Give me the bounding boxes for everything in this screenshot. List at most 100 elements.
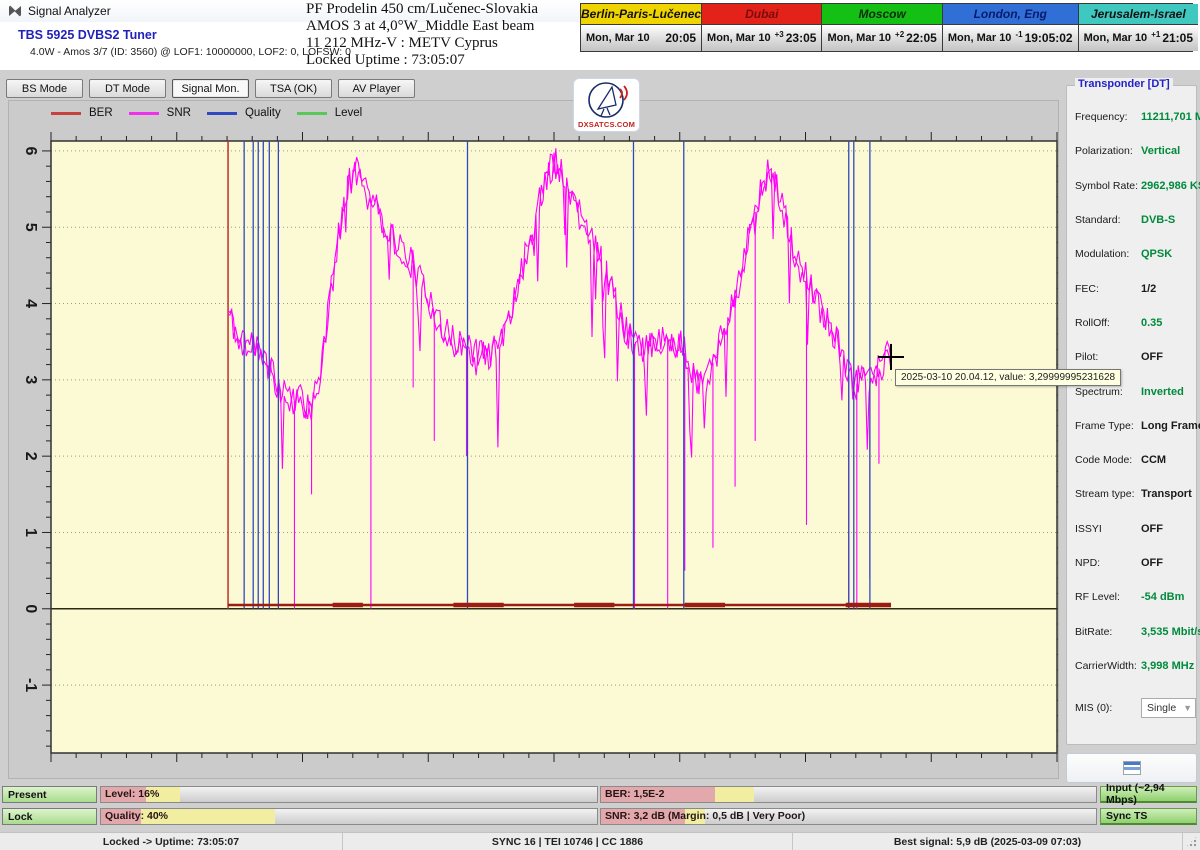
svg-text:2: 2 [22,452,39,461]
top-band: Signal Analyzer TBS 5925 DVBS2 Tuner 4.0… [0,0,1200,70]
transponder-row: Standard: DVB-S [1075,214,1176,227]
lock-indicator: Lock [2,808,97,825]
ber-progressbar: BER: 1,5E-2 [600,786,1097,803]
dxsatcs-logo: DXSATCS.COM [573,78,640,132]
chevron-down-icon: ▼ [1183,703,1192,714]
transponder-row: RF Level: -54 dBm [1075,591,1185,604]
chart-tooltip: 2025-03-10 20.04.12, value: 3,2999999523… [895,369,1122,386]
transport-list-button[interactable] [1066,753,1197,783]
transponder-row: FEC: 1/2 [1075,282,1157,295]
clock-utc-offset: +1 [1151,30,1161,39]
svg-text:5: 5 [22,223,39,232]
signal-analyzer-window: Signal Analyzer TBS 5925 DVBS2 Tuner 4.0… [0,0,1200,850]
mis-select[interactable]: Single ▼ [1141,698,1196,719]
signal-chart-panel[interactable]: BER SNR Quality Level 6 5 4 3 2 1 0 -1 [8,100,1059,779]
tuner-name: TBS 5925 DVBS2 Tuner [18,28,157,42]
svg-text:6: 6 [22,146,39,155]
note-line-4: Locked Uptime : 73:05:07 [306,52,465,68]
status-best-signal: Best signal: 5,9 dB (2025-03-09 07:03) [793,833,1183,850]
transponder-row: NPD: OFF [1075,557,1163,569]
signal-chart[interactable]: 6 5 4 3 2 1 0 -1 [9,101,1058,778]
satellite-dish-icon [588,82,628,118]
logo-text: DXSATCS.COM [577,120,636,129]
svg-text:1: 1 [22,528,39,537]
clock-time: 21:05 [1162,31,1194,45]
clock-berlin: Berlin-Paris-Lučenec Mon, Mar 10 20:05 [581,4,703,51]
input-bitrate-indicator: Input (~2,94 Mbps) [1100,782,1197,806]
clock-jerusalem: Jerusalem-Israel Mon, Mar 10 +1 21:05 [1078,4,1199,51]
legend-swatch-quality [206,111,237,115]
chart-legend: BER SNR Quality Level [51,107,362,119]
mis-row: MIS (0): Single ▼ [1067,693,1196,723]
clock-time: 22:05 [906,31,937,45]
legend-item-snr: SNR [128,107,191,119]
tab-signal-mon[interactable]: Signal Mon. [172,79,249,98]
clock-time: 19:05:02 [1024,31,1073,45]
clock-london: London, Eng Mon, Mar 10 -1 19:05:02 [942,4,1079,51]
transponder-row: BitRate: 3,535 Mbit/s [1075,625,1200,638]
legend-item-ber: BER [51,107,113,119]
clock-date: Mon, Mar 10 [827,32,892,44]
clock-city: Berlin-Paris-Lučenec [581,4,702,25]
clock-moscow: Moscow Mon, Mar 10 +2 22:05 [822,4,943,51]
mis-label: MIS (0): [1075,702,1113,715]
annotation-note: PF Prodelin 450 cm/Lučenec-Slovakia AMOS… [306,1,538,69]
status-sync-tei-cc: SYNC 16 | TEI 10746 | CC 1886 [343,833,793,850]
list-window-icon [1122,761,1141,775]
transponder-row: Symbol Rate:2962,986 KS/s [1075,179,1200,192]
clock-city: London, Eng [942,4,1078,25]
legend-swatch-ber [51,111,81,115]
clock-utc-offset: +3 [774,30,784,39]
transponder-row: RollOff: 0.35 [1075,316,1163,329]
legend-item-level: Level [296,107,362,119]
snr-progressbar: SNR: 3,2 dB (Margin: 0,5 dB | Very Poor) [600,808,1097,825]
transponder-row: Frame Type: Long Frame [1075,419,1200,432]
clock-dubai: Dubai Mon, Mar 10 +3 23:05 [702,4,823,51]
legend-swatch-level [296,111,327,115]
clock-time: 23:05 [785,31,817,45]
transponder-row: Frequency:11211,701 MHz [1075,111,1200,124]
clock-time: 20:05 [665,31,697,45]
transponder-row: CarrierWidth: 3,998 MHz [1075,659,1195,672]
clock-city: Jerusalem-Israel [1078,4,1199,25]
clock-date: Mon, Mar 10 [707,32,771,44]
clock-date: Mon, Mar 10 [1083,32,1148,44]
clock-utc-offset: -1 [1015,30,1023,39]
tuner-info: TBS 5925 DVBS2 Tuner 4.0W - Amos 3/7 (ID… [18,28,351,58]
tuner-details: 4.0W - Amos 3/7 (ID: 3560) @ LOF1: 10000… [30,46,351,58]
app-icon [9,5,21,17]
legend-swatch-snr [128,111,159,115]
clock-city: Dubai [702,4,822,25]
svg-text:3: 3 [22,375,39,384]
clock-utc-offset: +2 [895,30,905,39]
world-clocks-widget: Berlin-Paris-Lučenec Mon, Mar 10 20:05 D… [580,3,1199,52]
note-line-3: 11 212 MHz-V : METV Cyprus [306,35,498,51]
legend-item-quality: Quality [206,107,281,119]
quality-progressbar: Quality: 40% [100,808,598,825]
svg-text:-1: -1 [22,678,39,692]
transponder-panel: Transponder [DT] Frequency:11211,701 MHz… [1066,78,1200,745]
tab-dt-mode[interactable]: DT Mode [89,79,166,98]
transponder-panel-title: Transponder [DT] [1075,78,1173,90]
clock-date: Mon, Mar 10 [586,32,650,44]
note-line-2: AMOS 3 at 4,0°W_Middle East beam [306,18,535,34]
transponder-row: Stream type: Transport [1075,488,1192,501]
status-bar: Locked -> Uptime: 73:05:07 SYNC 16 | TEI… [0,832,1200,850]
transponder-row: Code Mode: CCM [1075,454,1167,467]
clock-city: Moscow [822,4,942,25]
transponder-row: Polarization: Vertical [1075,145,1181,158]
transponder-row: ISSYI OFF [1075,522,1163,535]
svg-text:0: 0 [22,604,39,613]
present-indicator: Present [2,786,97,803]
tab-tsa[interactable]: TSA (OK) [255,79,332,98]
level-progressbar: Level: 16% [100,786,598,803]
tab-bs-mode[interactable]: BS Mode [6,79,83,98]
status-locked-uptime: Locked -> Uptime: 73:05:07 [0,833,343,850]
note-line-1: PF Prodelin 450 cm/Lučenec-Slovakia [306,1,539,17]
svg-text:4: 4 [22,299,39,308]
transponder-row: Modulation: QPSK [1075,248,1173,261]
tab-av-player[interactable]: AV Player [338,79,415,98]
window-title: Signal Analyzer [28,4,111,18]
sync-ts-indicator: Sync TS [1100,808,1197,825]
clock-date: Mon, Mar 10 [947,32,1012,44]
